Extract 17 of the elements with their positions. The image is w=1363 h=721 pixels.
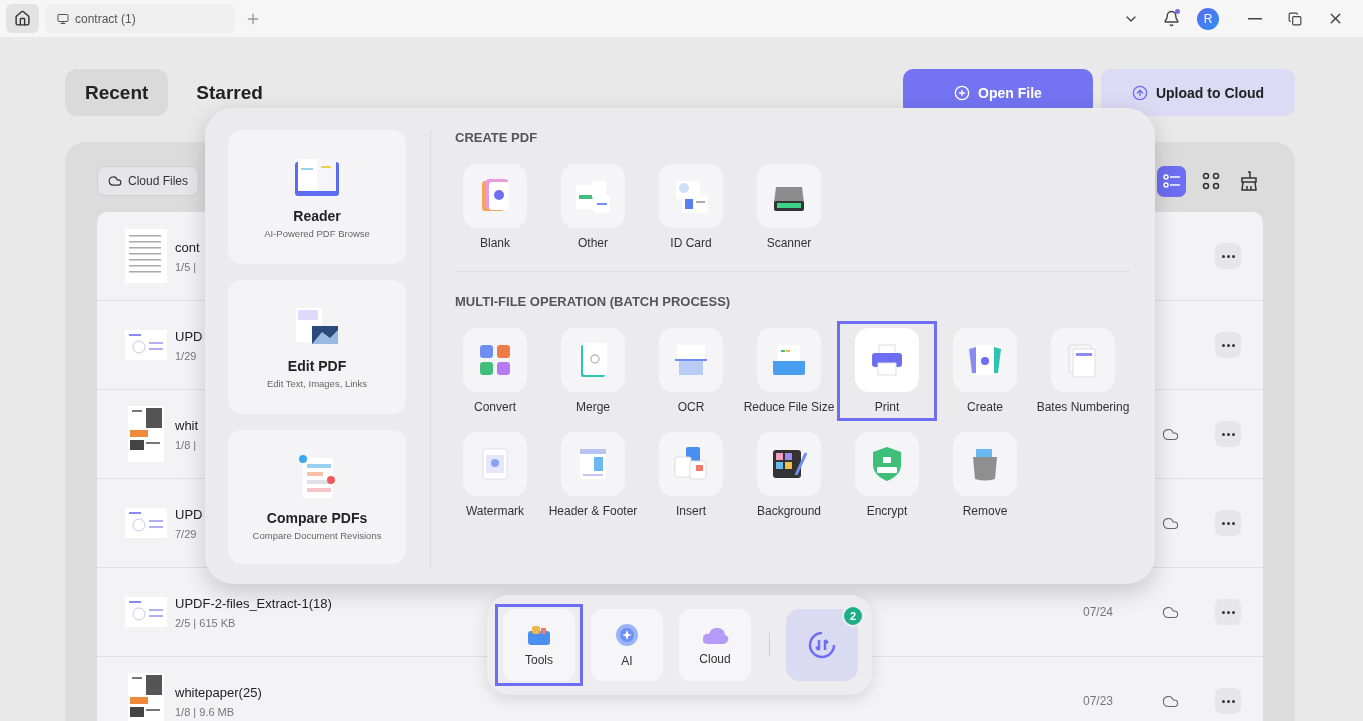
file-meta: 1/5 | xyxy=(175,260,197,273)
file-name: whitepaper(25) xyxy=(175,684,262,700)
file-name: UPD xyxy=(175,506,203,522)
file-name: whit xyxy=(175,417,199,433)
count-badge: 2 xyxy=(842,605,864,627)
file-name: UPD xyxy=(175,328,203,344)
file-date: 07/24 xyxy=(1083,605,1114,619)
file-meta: 1/8 | 9.6 MB xyxy=(175,705,235,718)
file-date: 07/23 xyxy=(1083,694,1114,708)
file-meta: 1/8 | xyxy=(175,438,197,451)
file-name: cont xyxy=(175,239,200,255)
section-heading: CREATE PDF xyxy=(455,130,539,145)
file-meta: 7/29 xyxy=(175,527,197,540)
file-meta: 2/5 | 615 KB xyxy=(175,616,236,629)
file-name: UPDF-2-files_Extract-1(18) xyxy=(175,595,332,611)
section-heading: MULTI-FILE OPERATION (BATCH PROCESS) xyxy=(455,294,732,309)
file-meta: 1/29 xyxy=(175,349,197,362)
